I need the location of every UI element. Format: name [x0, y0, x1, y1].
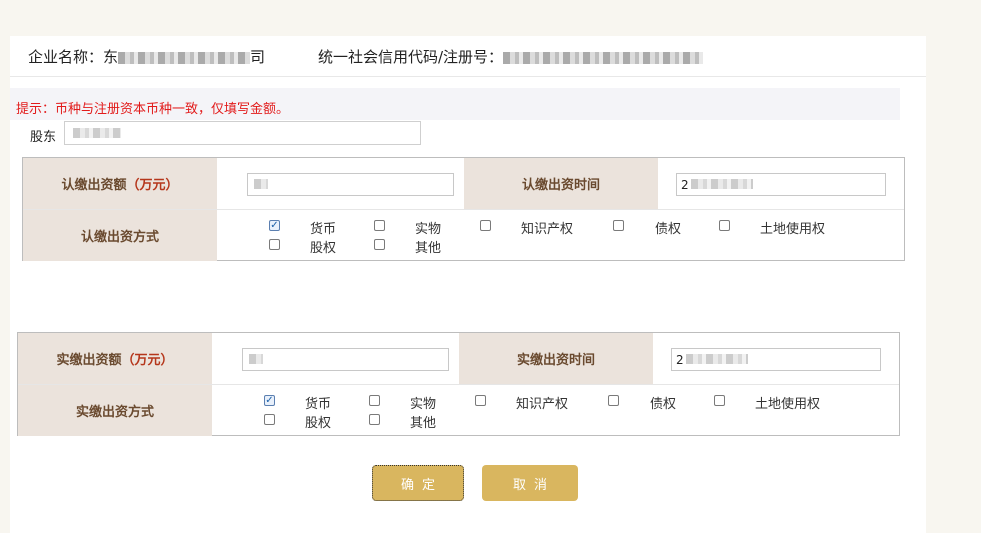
company-name: 企业名称：东 司 — [28, 46, 265, 67]
subscribed-amount-label-text: 认缴出资额 — [61, 178, 127, 193]
subscribed-time-prefix: 2 — [681, 178, 689, 192]
paid-checkbox-equity[interactable] — [264, 414, 275, 425]
subscribed-amount-row: 认缴出资额 （万元） 认缴出资时间 2 — [23, 158, 904, 210]
company-name-label: 企业名称： — [28, 48, 104, 66]
credit-code: 统一社会信用代码/注册号： — [318, 46, 704, 67]
subscribed-time-label: 认缴出资时间 — [464, 158, 658, 209]
paid-option-ip: 知识产权 — [516, 397, 569, 412]
subscribed-checkbox-equity[interactable] — [269, 239, 280, 250]
subscribed-checkbox-debt[interactable] — [613, 220, 624, 231]
paid-amount-redacted — [249, 354, 263, 364]
company-name-suffix: 司 — [250, 48, 266, 66]
shareholder-field[interactable] — [64, 121, 421, 145]
form-panel: 企业名称：东 司 统一社会信用代码/注册号： 提示：币种与注册资本币种一致，仅填写… — [10, 36, 926, 533]
paid-amount-label-text: 实缴出资额 — [56, 353, 122, 368]
company-header: 企业名称：东 司 统一社会信用代码/注册号： — [10, 36, 926, 77]
shareholder-label: 股东 — [30, 130, 57, 145]
paid-checkbox-debt[interactable] — [608, 395, 619, 406]
subscribed-option-debt: 债权 — [655, 222, 682, 237]
paid-amount-row: 实缴出资额 （万元） 实缴出资时间 2 — [18, 333, 899, 385]
subscribed-option-material: 实物 — [415, 222, 442, 237]
paid-amount-input[interactable] — [242, 348, 449, 371]
subscribed-option-other: 其他 — [415, 241, 442, 256]
subscribed-amount-redacted — [254, 179, 268, 189]
company-name-prefix: 东 — [103, 48, 119, 66]
paid-time-redacted — [686, 354, 748, 364]
paid-amount-label: 实缴出资额 （万元） — [18, 333, 212, 384]
paid-option-other: 其他 — [410, 416, 437, 431]
paid-amount-unit: （万元） — [121, 353, 174, 368]
subscribed-checkbox-ip[interactable] — [480, 220, 491, 231]
subscribed-amount-label: 认缴出资额 （万元） — [23, 158, 217, 209]
paid-time-label: 实缴出资时间 — [459, 333, 653, 384]
subscribed-option-land: 土地使用权 — [760, 222, 826, 237]
cancel-button[interactable]: 取消 — [482, 465, 578, 501]
paid-time-prefix: 2 — [676, 353, 684, 367]
subscribed-checkbox-other[interactable] — [374, 239, 385, 250]
credit-code-redacted — [503, 51, 704, 64]
paid-table: 实缴出资额 （万元） 实缴出资时间 2 实缴出资方式 ✓ 货币 实物 知识产权 债… — [17, 332, 900, 436]
subscribed-option-equity: 股权 — [310, 241, 337, 256]
paid-method-label: 实缴出资方式 — [18, 385, 212, 436]
paid-option-currency: 货币 — [305, 397, 332, 412]
subscribed-checkbox-material[interactable] — [374, 220, 385, 231]
subscribed-checkbox-currency[interactable]: ✓ — [269, 220, 280, 231]
paid-option-debt: 债权 — [650, 397, 677, 412]
subscribed-amount-input[interactable] — [247, 173, 454, 196]
shareholder-value-redacted — [73, 128, 121, 138]
subscribed-option-ip: 知识产权 — [521, 222, 574, 237]
subscribed-method-label: 认缴出资方式 — [23, 210, 217, 261]
subscribed-table: 认缴出资额 （万元） 认缴出资时间 2 认缴出资方式 ✓ 货币 实物 知识产权 债… — [22, 157, 905, 261]
hint-text: 提示：币种与注册资本币种一致，仅填写金额。 — [16, 102, 290, 117]
paid-checkbox-material[interactable] — [369, 395, 380, 406]
paid-time-input[interactable]: 2 — [671, 348, 881, 371]
paid-checkbox-ip[interactable] — [475, 395, 486, 406]
subscribed-time-redacted — [691, 179, 753, 189]
paid-option-land: 土地使用权 — [755, 397, 821, 412]
subscribed-checkbox-land[interactable] — [719, 220, 730, 231]
paid-option-equity: 股权 — [305, 416, 332, 431]
paid-method-row: 实缴出资方式 ✓ 货币 实物 知识产权 债权 土地使用权 股权 其他 — [18, 385, 899, 436]
subscribed-method-row: 认缴出资方式 ✓ 货币 实物 知识产权 债权 土地使用权 股权 其他 — [23, 210, 904, 261]
paid-checkbox-currency[interactable]: ✓ — [264, 395, 275, 406]
credit-code-label: 统一社会信用代码/注册号： — [318, 48, 504, 66]
paid-checkbox-land[interactable] — [714, 395, 725, 406]
paid-option-material: 实物 — [410, 397, 437, 412]
company-name-redacted — [118, 51, 251, 64]
subscribed-time-input[interactable]: 2 — [676, 173, 886, 196]
subscribed-option-currency: 货币 — [310, 222, 337, 237]
confirm-button[interactable]: 确定 — [372, 465, 464, 501]
subscribed-amount-unit: （万元） — [126, 178, 179, 193]
paid-checkbox-other[interactable] — [369, 414, 380, 425]
